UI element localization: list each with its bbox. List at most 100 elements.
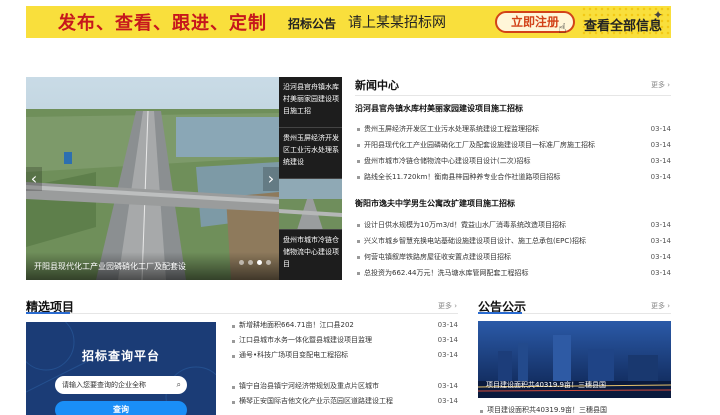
item-date: 03-14 <box>437 336 458 344</box>
bullet-icon <box>357 160 360 163</box>
item-title: 开阳县现代化工产业园磷硝化工厂及配套设施建设项目一标准厂房施工招标 <box>364 141 595 149</box>
company-search-input[interactable]: 请输入您要查询的企业全称 ⌕ <box>55 376 187 394</box>
query-platform-panel: 招标查询平台 请输入您要查询的企业全称 ⌕ 查询 <box>26 322 216 415</box>
item-title: 路线全长11.720km！衡南县梓园种养专业合作社道路项目招标 <box>364 173 561 181</box>
bullet-icon <box>357 224 360 227</box>
query-platform-title: 招标查询平台 <box>81 349 160 363</box>
slider-main-image[interactable]: ‹ › 开阳县现代化工产业园磷硝化工厂及配套设 <box>26 77 279 280</box>
list-item[interactable]: 设计日供水规模为10万m3/d！霓益山水厂消毒系统改造项目招标 03-14 <box>355 217 671 233</box>
item-date: 03-14 <box>437 382 458 390</box>
item-title: 江口县城市水务一体化暨县城建设项目监理 <box>239 336 372 344</box>
news-headline[interactable]: 沿河县官舟镇水库村美丽家园建设项目施工招标 <box>355 103 523 114</box>
list-item[interactable]: 横琴正安国际吉他文化产业示范园区道路建设工程 03-14 <box>230 394 458 409</box>
query-button[interactable]: 查询 <box>55 401 187 415</box>
chevron-right-icon: › <box>454 302 458 310</box>
bullet-icon <box>232 401 235 404</box>
slider-pagination[interactable] <box>239 250 275 269</box>
list-item[interactable]: 盘州市城市冷链仓储物流中心建设项目设计(二次)招标 03-14 <box>355 153 671 169</box>
notice-underline <box>478 312 522 314</box>
item-title: 通号•科技广场项目变配电工程招标 <box>239 351 349 359</box>
news-headline[interactable]: 衡阳市逸夫中学男生公寓改扩建项目施工招标 <box>355 198 515 209</box>
slider-dot[interactable] <box>239 260 244 265</box>
projects-more-link[interactable]: 更多 › <box>438 301 457 311</box>
item-title: 横琴正安国际吉他文化产业示范园区道路建设工程 <box>239 397 393 405</box>
more-label: 更多 <box>438 302 452 310</box>
item-title: 新增耕地面积664.71亩！江口县202 <box>239 321 354 329</box>
list-item[interactable]: 贵州玉屏经济开发区工业污水处理系统建设工程监理招标 03-14 <box>355 121 671 137</box>
slider-thumb[interactable] <box>279 179 342 230</box>
item-date: 03-14 <box>650 157 671 165</box>
slider-dot[interactable] <box>266 260 271 265</box>
notice-image-caption: 项目建设面积共40319.9亩！三穗县国 <box>486 381 606 389</box>
item-title: 设计日供水规模为10万m3/d！霓益山水厂消毒系统改造项目招标 <box>364 221 566 229</box>
item-date: 03-14 <box>650 269 671 277</box>
notice-more-link[interactable]: 更多 › <box>651 301 670 311</box>
projects-divider <box>26 312 458 314</box>
list-item[interactable]: 何营屯镇叙岸铁路房屋征收安置点建设项目招标 03-14 <box>355 249 671 265</box>
projects-underline <box>26 312 70 314</box>
news-divider <box>355 95 671 96</box>
search-placeholder: 请输入您要查询的企业全称 <box>62 381 146 389</box>
sparkle-icon: ✦ <box>652 8 663 22</box>
item-title: 镇宁自治县镇宁河经济带规划及重点片区城市 <box>239 382 379 390</box>
news-list-2: 设计日供水规模为10万m3/d！霓益山水厂消毒系统改造项目招标 03-14 兴义市… <box>355 217 671 281</box>
news-center-title: 新闻中心 <box>355 79 399 92</box>
thumb-label: 沿河县官舟镇水库村美丽家园建设项目施工招 <box>283 83 339 115</box>
list-item[interactable]: 新增耕地面积664.71亩！江口县202 03-14 <box>230 318 458 333</box>
thumb-photo <box>279 179 342 229</box>
bullet-icon <box>232 386 235 389</box>
item-date: 03-14 <box>650 253 671 261</box>
notice-list: 项目建设面积共40319.9亩！三穗县国 <box>478 403 671 415</box>
item-title: 兴义市城乡智慧充换电站基础设施建设项目设计、施工总承包(EPC)招标 <box>364 237 586 245</box>
bullet-icon <box>357 144 360 147</box>
list-item[interactable]: 路线全长11.720km！衡南县梓园种养专业合作社道路项目招标 03-14 <box>355 169 671 185</box>
list-item[interactable]: 开阳县现代化工产业园磷硝化工厂及配套设施建设项目一标准厂房施工招标 03-14 <box>355 137 671 153</box>
slider-dot-active[interactable] <box>257 260 262 265</box>
slider-next-button[interactable]: › <box>263 167 279 191</box>
item-date: 03-14 <box>650 141 671 149</box>
news-image-slider[interactable]: ‹ › 开阳县现代化工产业园磷硝化工厂及配套设 沿河县官舟镇水库村美丽家园建设项… <box>26 77 342 280</box>
chevron-right-icon: › <box>667 302 671 310</box>
search-icon: ⌕ <box>176 380 181 389</box>
list-item[interactable]: 通号•科技广场项目变配电工程招标 03-14 <box>230 348 458 363</box>
notice-image[interactable]: 项目建设面积共40319.9亩！三穗县国 <box>478 321 671 398</box>
view-all-link[interactable]: 查看全部信息 <box>584 15 662 34</box>
slider-prev-button[interactable]: ‹ <box>26 167 42 191</box>
bullet-icon <box>232 355 235 358</box>
notice-divider <box>478 312 671 314</box>
list-item[interactable]: 兴义市城乡智慧充换电站基础设施建设项目设计、施工总承包(EPC)招标 03-14 <box>355 233 671 249</box>
item-title: 盘州市城市冷链仓储物流中心建设项目设计(二次)招标 <box>364 157 531 165</box>
item-date: 03-14 <box>650 125 671 133</box>
news-list-1: 贵州玉屏经济开发区工业污水处理系统建设工程监理招标 03-14 开阳县现代化工产业… <box>355 121 671 185</box>
bullet-icon <box>232 325 235 328</box>
thumb-label: 贵州玉屏经济开发区工业污水处理系统建设 <box>283 134 339 166</box>
banner-sub-text: 请上某某招标网 <box>348 15 446 31</box>
banner-sub-title: 招标公告 <box>288 17 337 31</box>
slider-thumbnails: 沿河县官舟镇水库村美丽家园建设项目施工招 贵州玉屏经济开发区工业污水处理系统建设… <box>279 77 342 280</box>
bullet-icon <box>357 272 360 275</box>
item-title: 何营屯镇叙岸铁路房屋征收安置点建设项目招标 <box>364 253 511 261</box>
news-more-link[interactable]: 更多 › <box>651 80 670 90</box>
more-label: 更多 <box>651 81 665 89</box>
slider-thumb[interactable]: 盘州市城市冷链仓储物流中心建设项目 <box>279 230 342 280</box>
bullet-icon <box>357 256 360 259</box>
item-date: 03-14 <box>437 321 458 329</box>
slider-dot[interactable] <box>248 260 253 265</box>
list-item[interactable]: 镇宁自治县镇宁河经济带规划及重点片区城市 03-14 <box>230 379 458 394</box>
list-item[interactable]: 总投资为662.44万元！洗马塘水库管网配套工程招标 03-14 <box>355 265 671 281</box>
slider-thumb[interactable]: 贵州玉屏经济开发区工业污水处理系统建设 <box>279 128 342 179</box>
list-item[interactable]: 项目建设面积共40319.9亩！三穗县国 <box>478 403 671 415</box>
item-date: 03-14 <box>650 221 671 229</box>
list-item[interactable]: 江口县城市水务一体化暨县城建设项目监理 03-14 <box>230 333 458 348</box>
item-title: 总投资为662.44万元！洗马塘水库管网配套工程招标 <box>364 269 529 277</box>
projects-list: 新增耕地面积664.71亩！江口县202 03-14 江口县城市水务一体化暨县城建… <box>230 318 458 409</box>
slider-thumb[interactable]: 沿河县官舟镇水库村美丽家园建设项目施工招 <box>279 77 342 128</box>
item-title: 贵州玉屏经济开发区工业污水处理系统建设工程监理招标 <box>364 125 539 133</box>
item-title: 项目建设面积共40319.9亩！三穗县国 <box>487 406 607 414</box>
item-date: 03-14 <box>650 237 671 245</box>
top-banner[interactable]: 发布、查看、跟进、定制 招标公告 请上某某招标网 立即注册 ☝ 查看全部信息 ✦ <box>26 6 671 38</box>
item-date: 03-14 <box>437 397 458 405</box>
item-date: 03-14 <box>650 173 671 181</box>
bullet-icon <box>357 176 360 179</box>
